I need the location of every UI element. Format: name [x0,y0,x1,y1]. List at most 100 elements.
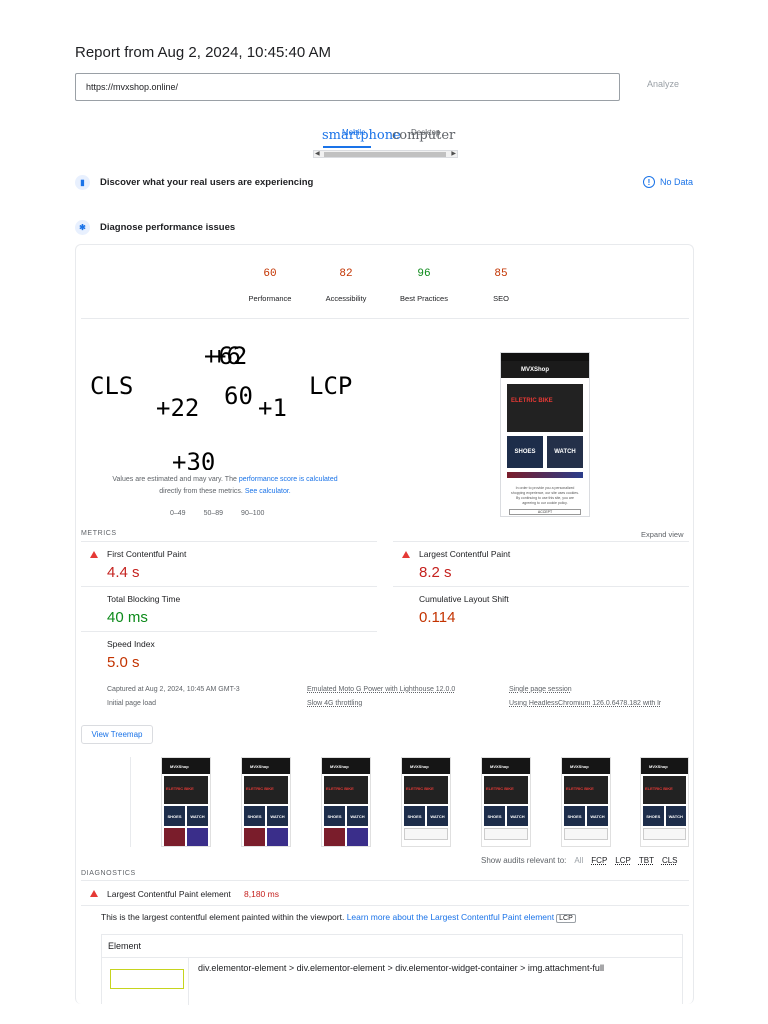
calculator-link[interactable]: See calculator. [245,488,291,495]
expand-view-toggle[interactable]: Expand view [641,530,684,539]
metric-value: 8.2 s [419,564,452,581]
gauge-text: +22 [156,394,200,422]
diagnostic-description: This is the largest contentful element p… [101,912,576,923]
metric-name: Speed Index [107,639,155,649]
film-tiles: SHOES WATCH [404,806,448,826]
film-tiles: SHOES WATCH [164,806,208,826]
audit-filter: Show audits relevant to: All FCP LCP TBT… [481,856,678,865]
gauge-text: +1 [258,394,287,422]
no-data-indicator: ! No Data [643,176,693,188]
film-strip [324,828,368,846]
film-strip [643,828,686,840]
film-strip [484,828,528,840]
metric-value: 0.114 [419,609,456,626]
film-hero: ELETRIC BIKE [564,776,608,804]
film-block [564,828,608,840]
filter-all[interactable]: All [574,856,583,865]
desc-text: This is the largest contentful element p… [101,912,347,922]
tab-mobile[interactable]: smartphone Mobile [322,128,401,143]
gauge-label: Performance [248,294,292,303]
film-tile: SHOES [244,806,265,826]
film-tiles: SHOES WATCH [324,806,368,826]
metric-fcp: First Contentful Paint 4.4 s [81,541,377,586]
screenshot-strip [507,472,583,478]
metric-cls: Cumulative Layout Shift 0.114 [393,586,689,631]
film-tile: WATCH [427,806,448,826]
filter-tbt[interactable]: TBT [639,856,654,865]
scrollbar-thumb[interactable] [324,152,446,157]
film-block [404,828,448,840]
film-tile: SHOES [404,806,425,826]
gauge-label: Best Practices [400,294,448,303]
film-block [324,828,345,846]
film-tile: SHOES [643,806,664,826]
filmstrip-frame: MVXShop ELETRIC BIKE SHOES WATCH [321,757,371,847]
learn-more-link[interactable]: Learn more about the Largest Contentful … [347,912,554,922]
score-explanation: Values are estimated and may vary. The p… [110,474,340,498]
film-tile: SHOES [324,806,345,826]
score-legend: 0–49 50–89 90–100 [170,510,264,517]
run-throttling[interactable]: Slow 4G throttling [307,700,362,707]
fail-triangle-icon [402,551,410,558]
element-selector-path[interactable]: div.elementor-element > div.elementor-el… [198,963,604,973]
metric-name: Total Blocking Time [107,594,181,604]
filter-cls[interactable]: CLS [662,856,678,865]
no-data-label: No Data [660,177,694,187]
film-tile: WATCH [587,806,608,826]
legend-fail: 0–49 [170,510,186,517]
gauge-score: 85 [494,268,508,280]
film-block [267,828,288,846]
film-hero: ELETRIC BIKE [244,776,288,804]
view-treemap-button[interactable]: View Treemap [81,725,153,744]
scroll-left-icon[interactable]: ◀ [315,150,320,157]
filmstrip-frame: MVXShop ELETRIC BIKE SHOES WATCH [401,757,451,847]
screenshot-cookie-text: In order to provide you a personalized s… [511,486,579,505]
real-users-heading: Discover what your real users are experi… [100,177,314,188]
element-table: Element div.elementor-element > div.elem… [101,934,683,1005]
element-thumbnail [110,969,184,989]
film-strip [244,828,288,846]
filmstrip-frame: MVXShop ELETRIC BIKE SHOES WATCH [561,757,611,847]
legend-average: 50–89 [203,510,224,517]
run-captured: Captured at Aug 2, 2024, 10:45 AM GMT-3 [107,686,240,693]
gauge-best-practices[interactable]: 96 Best Practices [384,264,464,303]
analyze-button[interactable]: Analyze [635,79,691,95]
film-block [244,828,265,846]
filter-fcp[interactable]: FCP [591,856,607,865]
horizontal-scrollbar[interactable]: ◀ ▶ [313,150,458,158]
gauge-score: 60 [263,268,277,280]
diagnose-section[interactable]: ✱ Diagnose performance issues [75,220,235,235]
film-strip [164,828,208,846]
film-block [484,828,528,840]
film-tiles: SHOES WATCH [564,806,608,826]
diagnose-heading: Diagnose performance issues [100,222,236,233]
explain-prefix: Values are estimated and may vary. The [112,476,239,483]
film-block [164,828,185,846]
tab-desktop[interactable]: computer Desktop [392,128,455,143]
filter-lcp[interactable]: LCP [615,856,631,865]
url-input[interactable]: https://mvxshop.online/ [75,73,620,101]
run-browser[interactable]: Using HeadlessChromium 126.0.6478.182 wi… [509,700,677,707]
film-brand: MVXShop [322,758,370,774]
run-emulated-device[interactable]: Emulated Moto G Power with Lighthouse 12… [307,686,455,693]
film-block [643,828,686,840]
run-session[interactable]: Single page session [509,686,572,693]
performance-score-link[interactable]: performance score is calculated [239,476,338,483]
metric-speed-index: Speed Index 5.0 s [81,631,377,676]
device-tabs: smartphone Mobile computer Desktop ◀ ▶ [313,124,458,160]
lcp-badge: LCP [556,914,576,923]
film-tile: SHOES [164,806,185,826]
film-tile: WATCH [507,806,528,826]
gauge-accessibility[interactable]: 82 Accessibility [306,264,386,303]
gauge-score: 82 [339,268,353,280]
element-table-header: Element [102,935,682,958]
screenshot-tile: WATCH [547,436,583,468]
film-brand: MVXShop [641,758,688,774]
real-users-section[interactable]: ▮ Discover what your real users are expe… [75,175,313,190]
film-tiles: SHOES WATCH [484,806,528,826]
diagnostic-lcp-element[interactable]: Largest Contentful Paint element 8,180 m… [81,880,689,906]
fail-triangle-icon [90,551,98,558]
scroll-right-icon[interactable]: ▶ [451,150,456,157]
gauge-performance[interactable]: 60 Performance [230,264,310,303]
gauge-seo[interactable]: 85 SEO [461,264,541,303]
